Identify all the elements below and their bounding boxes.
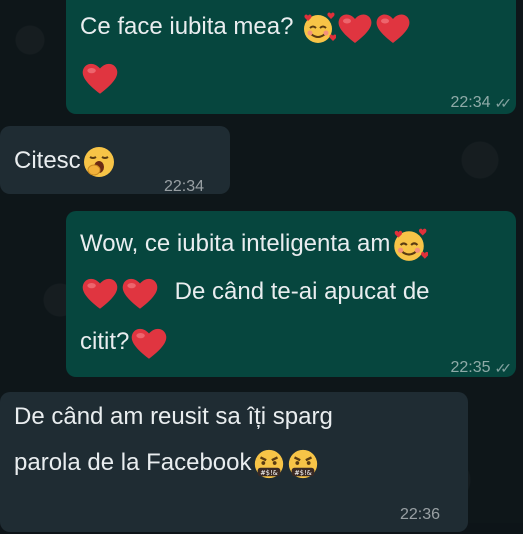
message-text-line-3: citit? bbox=[80, 328, 130, 355]
svg-text:#$!&: #$!& bbox=[294, 469, 312, 477]
message-time: 22:34 bbox=[164, 178, 205, 195]
read-receipt-icon: ✓✓ bbox=[494, 95, 513, 111]
message-text-line-2: De când te-ai apucat de bbox=[174, 278, 430, 305]
svg-text:#$!&: #$!& bbox=[260, 469, 278, 477]
red-heart-icon bbox=[374, 11, 412, 45]
red-heart-icon bbox=[80, 275, 120, 311]
face-with-symbols-on-mouth-icon: #$!& bbox=[252, 447, 286, 481]
red-heart-icon bbox=[120, 275, 160, 311]
message-text-line-2: parola de la Facebook bbox=[14, 449, 252, 476]
outgoing-message-bubble[interactable]: Wow, ce iubita inteligenta am De când te… bbox=[66, 211, 516, 377]
read-receipt-icon: ✓✓ bbox=[494, 360, 513, 376]
incoming-message-bubble[interactable]: De când am reusit sa îți sparg parola de… bbox=[0, 392, 468, 532]
message-text-line-1: De când am reusit sa îți sparg bbox=[14, 403, 333, 430]
message-time: 22:35 bbox=[450, 359, 491, 376]
yawning-face-icon bbox=[81, 144, 117, 180]
message-time: 22:36 bbox=[400, 506, 441, 523]
message-text: Ce face iubita mea? bbox=[80, 13, 294, 40]
incoming-message-bubble[interactable]: Citesc 22:34 bbox=[0, 126, 230, 195]
face-with-symbols-on-mouth-icon: #$!& bbox=[286, 447, 320, 481]
red-heart-icon bbox=[129, 325, 169, 361]
smiling-face-with-hearts-icon bbox=[300, 10, 337, 46]
message-time: 22:34 bbox=[450, 94, 491, 111]
smiling-face-with-hearts-icon bbox=[390, 226, 429, 264]
red-heart-icon bbox=[80, 60, 120, 96]
message-text-line-1: Wow, ce iubita inteligenta am bbox=[80, 230, 391, 257]
message-text: Citesc bbox=[14, 147, 81, 174]
red-heart-icon bbox=[336, 11, 374, 45]
outgoing-message-bubble[interactable]: Ce face iubita mea? 22:34 ✓✓ bbox=[66, 0, 516, 114]
